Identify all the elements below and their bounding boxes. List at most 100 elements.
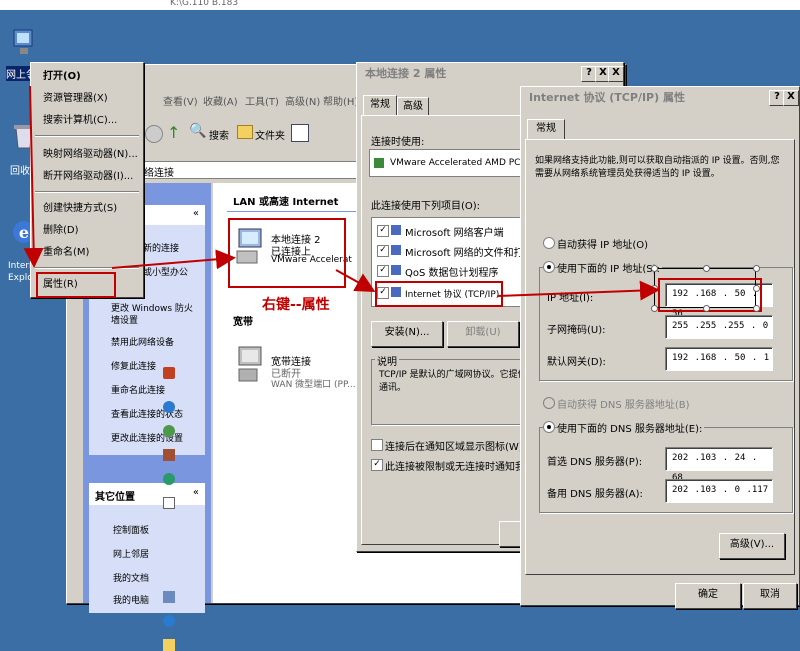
- menu-tools[interactable]: 工具(T): [245, 93, 279, 108]
- selection-handle[interactable]: [651, 285, 658, 292]
- auto-ip-radio[interactable]: [543, 237, 555, 249]
- folder-icon[interactable]: [237, 125, 253, 139]
- desktop-icon-label: 回收: [10, 166, 30, 177]
- up-folder-icon[interactable]: ↑: [167, 123, 180, 142]
- views-icon[interactable]: [291, 124, 309, 142]
- preferred-dns-field[interactable]: 202 .103 . 24 . 68: [665, 447, 773, 483]
- tab-general[interactable]: 常规: [527, 119, 565, 140]
- show-icon-label: 连接后在通知区域显示图标(W): [385, 442, 523, 453]
- description-label: 说明: [375, 353, 399, 368]
- selection-handle[interactable]: [753, 265, 760, 272]
- task-firewall[interactable]: 更改 Windows 防火墙设置: [111, 303, 201, 327]
- advanced-button[interactable]: 高级(V)...: [719, 533, 785, 559]
- alternate-dns-field[interactable]: 202 .103 . 0 .117: [665, 479, 773, 503]
- intro-text: 如果网络支持此功能,则可以获取自动指派的 IP 设置。否则,您需要从网络系统管理…: [535, 156, 780, 179]
- dialog-title: 本地连接 2 属性: [365, 67, 447, 80]
- network-icon: [163, 401, 175, 413]
- tcpip-properties-dialog: Internet 协议 (TCP/IP) 属性 ? X 常规 如果网络支持此功能…: [520, 86, 800, 609]
- qos-icon: [391, 265, 401, 275]
- item-checkbox[interactable]: ✓: [377, 245, 389, 257]
- other-places-header[interactable]: 其它位置 «: [89, 483, 205, 505]
- annotation-right-click: 右键--属性: [262, 297, 330, 313]
- selection-handle[interactable]: [651, 265, 658, 272]
- menu-create-shortcut[interactable]: 创建快捷方式(S): [35, 199, 139, 219]
- adapter-icon: [374, 158, 384, 168]
- forward-icon[interactable]: [145, 125, 163, 143]
- folders-button-label[interactable]: 文件夹: [255, 127, 285, 142]
- connection-device: WAN 微型端口 (PP...: [271, 380, 356, 390]
- selection-handle[interactable]: [753, 305, 760, 312]
- subnet-mask-field[interactable]: 255 .255 .255 . 0: [665, 315, 773, 339]
- selection-handle[interactable]: [651, 305, 658, 312]
- show-icon-checkbox[interactable]: [371, 439, 383, 451]
- my-documents-icon: [163, 639, 175, 651]
- other-network-places[interactable]: 网上邻居: [113, 549, 213, 561]
- top-fragment-text: K:\G.110 B.183: [170, 0, 239, 8]
- menu-favorites[interactable]: 收藏(A): [203, 93, 238, 108]
- network-neighborhood-icon: [13, 29, 33, 54]
- item-checkbox[interactable]: ✓: [377, 265, 389, 277]
- menu-explore[interactable]: 资源管理器(X): [35, 89, 139, 109]
- ok-button[interactable]: 确定: [675, 583, 741, 609]
- repair-icon: [163, 425, 175, 437]
- desktop-top-strip: [0, 0, 800, 10]
- share-icon: [391, 245, 401, 255]
- menu-disconnect-drive[interactable]: 断开网络驱动器(I)...: [35, 167, 139, 187]
- dns1-label: 首选 DNS 服务器(P):: [547, 457, 643, 468]
- svg-text:e: e: [19, 223, 29, 242]
- tab-general[interactable]: 常规: [363, 95, 397, 116]
- item-checkbox[interactable]: ✓: [377, 225, 389, 237]
- task-rename[interactable]: 重命名此连接: [111, 385, 211, 397]
- menu-rename[interactable]: 重命名(M): [35, 243, 139, 263]
- menu-view[interactable]: 查看(V): [163, 93, 198, 108]
- install-button[interactable]: 安装(N)...: [371, 321, 443, 347]
- menu-open[interactable]: 打开(O): [35, 67, 139, 87]
- other-places-panel: 其它位置 «: [89, 483, 205, 613]
- component-item[interactable]: Microsoft 网络客户端: [405, 224, 504, 239]
- other-my-documents[interactable]: 我的文档: [113, 573, 213, 585]
- close-button[interactable]: X: [608, 66, 624, 82]
- task-disable-device[interactable]: 禁用此网络设备: [111, 337, 211, 349]
- connect-using-label: 连接时使用:: [371, 137, 425, 148]
- control-panel-icon: [163, 591, 175, 603]
- tab-advanced[interactable]: 高级: [397, 97, 429, 116]
- task-change-settings[interactable]: 更改此连接的设置: [111, 433, 211, 445]
- menu-help[interactable]: 帮助(H): [323, 93, 358, 108]
- menu-delete[interactable]: 删除(D): [35, 221, 139, 241]
- menu-advanced[interactable]: 高级(N): [285, 93, 320, 108]
- connection-broadband[interactable]: 宽带连接 已断开 WAN 微型端口 (PP...: [231, 341, 361, 401]
- network-places-icon: [163, 615, 175, 627]
- ip-label: IP 地址(I):: [547, 293, 594, 304]
- close-button[interactable]: X: [783, 90, 799, 106]
- cancel-button[interactable]: 取消: [743, 583, 797, 609]
- auto-dns-radio[interactable]: [543, 397, 555, 409]
- manual-ip-radio[interactable]: [543, 261, 555, 273]
- context-menu: 打开(O) 资源管理器(X) 搜索计算机(C)... 映射网络驱动器(N)...…: [30, 62, 144, 298]
- collapse-icon[interactable]: «: [193, 208, 199, 219]
- search-button-label[interactable]: 搜索: [209, 127, 229, 142]
- menu-search-computer[interactable]: 搜索计算机(C)...: [35, 111, 139, 131]
- task-repair[interactable]: 修复此连接: [111, 361, 211, 373]
- task-view-status[interactable]: 查看此连接的状态: [111, 409, 211, 421]
- section-broadband-header: 宽带: [233, 317, 253, 328]
- manual-dns-label: 使用下面的 DNS 服务器地址(E):: [557, 420, 705, 435]
- manual-dns-radio[interactable]: [543, 421, 555, 433]
- search-icon[interactable]: 🔍: [189, 123, 206, 139]
- rename-icon: [163, 449, 175, 461]
- mask-label: 子网掩码(U):: [547, 325, 606, 336]
- component-item[interactable]: QoS 数据包计划程序: [405, 264, 499, 279]
- other-places-title: 其它位置: [95, 492, 135, 503]
- selection-handle[interactable]: [703, 265, 710, 272]
- section-lan-header: LAN 或高速 Internet: [233, 197, 339, 208]
- collapse-icon[interactable]: «: [193, 487, 199, 498]
- notify-checkbox[interactable]: ✓: [371, 459, 383, 471]
- menu-map-drive[interactable]: 映射网络驱动器(N)...: [35, 145, 139, 165]
- other-control-panel[interactable]: 控制面板: [113, 525, 213, 537]
- auto-dns-label: 自动获得 DNS 服务器地址(B): [557, 400, 690, 411]
- client-icon: [391, 225, 401, 235]
- selection-handle[interactable]: [753, 285, 760, 292]
- selection-handle[interactable]: [703, 305, 710, 312]
- notify-label: 此连接被限制或无连接时通知我(M): [385, 462, 542, 473]
- uninstall-button[interactable]: 卸载(U): [447, 321, 519, 347]
- default-gateway-field[interactable]: 192 .168 . 50 . 1: [665, 347, 773, 371]
